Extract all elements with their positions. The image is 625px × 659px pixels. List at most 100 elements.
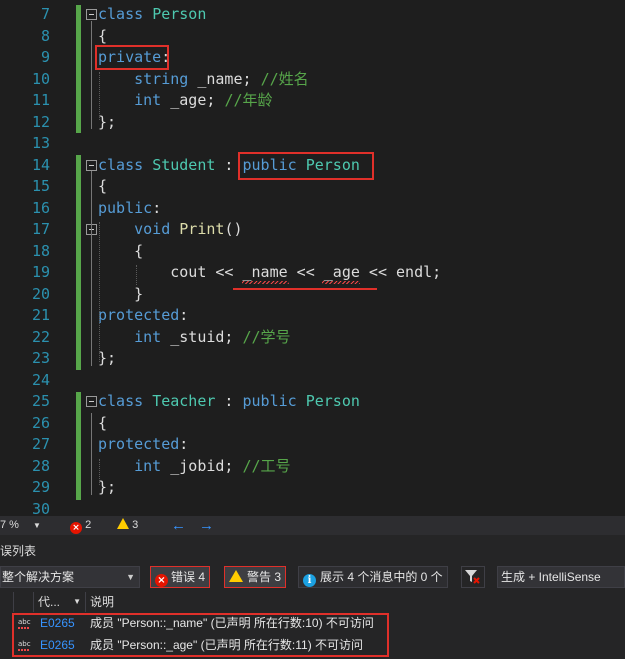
select-column-header[interactable] <box>0 592 14 612</box>
description-column-header[interactable]: 说明 <box>86 592 625 612</box>
code-line[interactable]: 8{ <box>0 26 625 48</box>
code-line[interactable]: 7 class Person <box>0 4 625 26</box>
messages-filter-button[interactable]: i 展示 4 个消息中的 0 个 <box>298 566 448 588</box>
code-token: () <box>224 220 243 238</box>
zoom-dropdown-icon[interactable]: ▼ <box>33 516 41 535</box>
code-text: } <box>98 284 143 306</box>
collapse-icon[interactable] <box>86 159 97 171</box>
code-line[interactable]: 16 public: <box>0 198 625 220</box>
code-line[interactable]: 9 private: <box>0 47 625 69</box>
code-line[interactable]: 17 void Print() <box>0 219 625 241</box>
line-number: 27 <box>31 435 50 453</box>
collapse-icon[interactable] <box>86 396 97 407</box>
line-number: 12 <box>31 112 50 131</box>
code-token: _jobid; <box>170 456 243 475</box>
scope-dropdown[interactable]: 整个解决方案 ▼ <box>0 566 140 588</box>
line-number: 26 <box>31 413 50 432</box>
code-text: int _age; //年龄 <box>98 90 273 112</box>
editor-status-bar: 7 % ▼ × 2 3 ← → <box>0 516 625 535</box>
line-number: 13 <box>31 134 50 152</box>
code-token: void <box>98 220 180 238</box>
code-line[interactable]: 18 { <box>0 241 625 263</box>
line-number: 7 <box>40 5 50 23</box>
scope-label: 整个解决方案 <box>2 570 75 584</box>
code-token: _stuid; <box>170 327 243 346</box>
code-text: class Person <box>98 4 206 26</box>
navigate-forward-icon[interactable]: → <box>199 516 214 535</box>
code-token: //年龄 <box>224 91 273 109</box>
code-line[interactable]: 30 <box>0 499 625 517</box>
code-token: : <box>152 198 162 217</box>
change-bar <box>76 155 81 370</box>
warning-icon <box>229 570 243 582</box>
error-indicator[interactable]: × 2 <box>70 516 91 535</box>
error-list-toolbar: 整个解决方案 ▼ × 错误 4 警告 3 i 展示 4 个消息中的 0 个 生成 +… <box>0 566 625 588</box>
code-text: protected: <box>98 305 188 327</box>
code-token: int <box>98 91 171 109</box>
annotation-box-public-person <box>238 152 374 180</box>
line-number: 15 <box>31 177 50 195</box>
line-number: 18 <box>31 241 50 260</box>
line-number: 16 <box>31 198 50 217</box>
code-line[interactable]: 12}; <box>0 112 625 134</box>
code-token: { <box>98 26 108 45</box>
code-token: protected <box>98 306 180 324</box>
code-token: //工号 <box>242 456 291 475</box>
code-token: protected <box>98 435 180 453</box>
warnings-filter-button[interactable]: 警告 3 <box>224 566 287 588</box>
code-line[interactable]: 25 class Teacher : public Person <box>0 391 625 413</box>
warning-indicator[interactable]: 3 <box>117 516 138 535</box>
code-token: cout << _name << _age << endl; <box>98 263 442 281</box>
line-number: 20 <box>31 284 50 303</box>
collapse-icon[interactable] <box>86 9 97 20</box>
code-line[interactable]: 10 string _name; //姓名 <box>0 69 625 91</box>
code-token: : <box>179 435 189 453</box>
line-number: 9 <box>40 48 50 66</box>
code-line[interactable]: 24 <box>0 370 625 392</box>
outline-line <box>91 21 92 129</box>
line-number: 30 <box>31 499 50 517</box>
chevron-down-icon: ▼ <box>73 597 81 606</box>
code-text: }; <box>98 112 116 134</box>
code-token: int <box>98 327 171 346</box>
zoom-level[interactable]: 7 % <box>0 516 19 535</box>
line-number: 14 <box>31 155 50 174</box>
code-token: _age; <box>170 91 225 109</box>
code-editor[interactable]: 7 class Person 8{9 private: 10 string _name;… <box>0 0 625 516</box>
code-line[interactable]: 20 } <box>0 284 625 306</box>
code-line[interactable]: 29}; <box>0 477 625 499</box>
code-text: int _jobid; //工号 <box>98 456 291 478</box>
navigate-back-icon[interactable]: ← <box>171 516 186 535</box>
code-column-header[interactable]: 代... ▼ <box>34 592 86 612</box>
code-line[interactable]: 27 protected: <box>0 434 625 456</box>
code-text: }; <box>98 348 116 370</box>
type-column-header[interactable] <box>14 592 34 612</box>
code-text: class Teacher : public Person <box>98 391 360 413</box>
code-token: int <box>98 456 171 475</box>
code-line[interactable]: 21 protected: <box>0 305 625 327</box>
code-line[interactable]: 26 { <box>0 413 625 435</box>
code-token: }; <box>98 478 117 496</box>
code-token: class <box>98 5 153 23</box>
build-source-dropdown[interactable]: 生成 + IntelliSense <box>497 566 625 588</box>
panel-title: 误列表 <box>0 544 37 558</box>
code-line[interactable]: 28 int _jobid; //工号 <box>0 456 625 478</box>
error-list-panel: 误列表 整个解决方案 ▼ × 错误 4 警告 3 i 展示 4 个消息中的 0 个 … <box>0 535 625 659</box>
chevron-down-icon: ▼ <box>126 572 135 582</box>
annotation-box-errors <box>12 613 389 657</box>
code-line[interactable]: 23}; <box>0 348 625 370</box>
line-number: 8 <box>40 26 50 45</box>
line-number: 21 <box>31 306 50 324</box>
code-line[interactable]: 11 int _age; //年龄 <box>0 90 625 112</box>
code-token: Print <box>179 220 225 238</box>
errors-filter-button[interactable]: × 错误 4 <box>150 566 211 588</box>
annotation-underline <box>233 288 377 290</box>
code-token: }; <box>98 112 117 131</box>
code-token: //姓名 <box>260 69 309 88</box>
clear-filter-button[interactable] <box>461 566 485 588</box>
line-number: 22 <box>31 327 50 346</box>
code-line[interactable]: 19 cout << _name << _age << endl; <box>0 262 625 284</box>
error-squiggle-age <box>322 281 360 284</box>
code-line[interactable]: 22 int _stuid; //学号 <box>0 327 625 349</box>
code-token: }; <box>98 349 117 367</box>
